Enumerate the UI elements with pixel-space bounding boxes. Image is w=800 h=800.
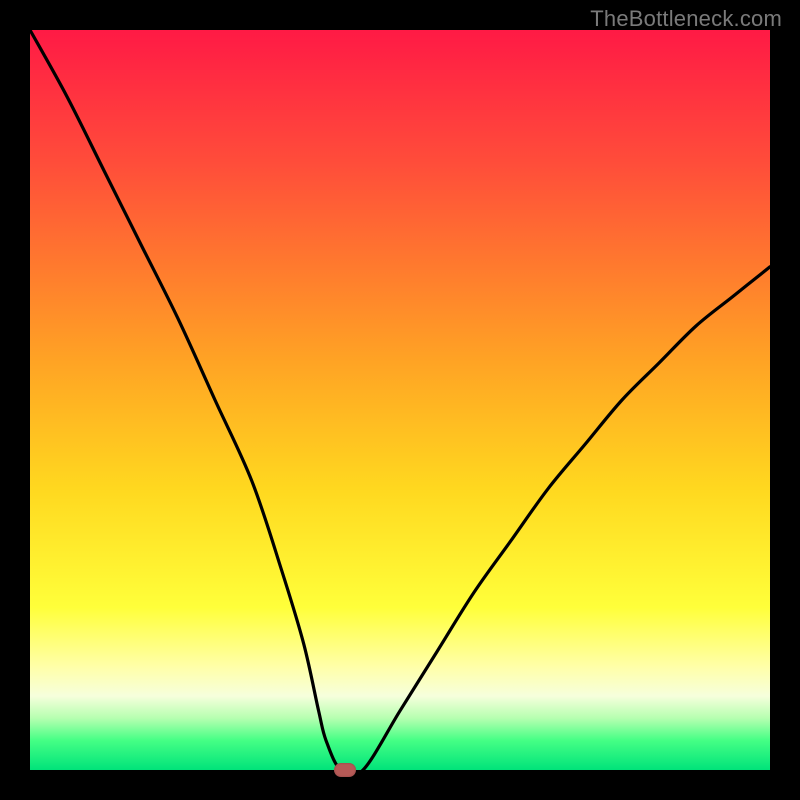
watermark-text: TheBottleneck.com (590, 6, 782, 32)
chart-container: TheBottleneck.com (0, 0, 800, 800)
plot-area (30, 30, 770, 770)
bottleneck-curve (30, 30, 770, 770)
optimal-point-marker (334, 763, 356, 777)
